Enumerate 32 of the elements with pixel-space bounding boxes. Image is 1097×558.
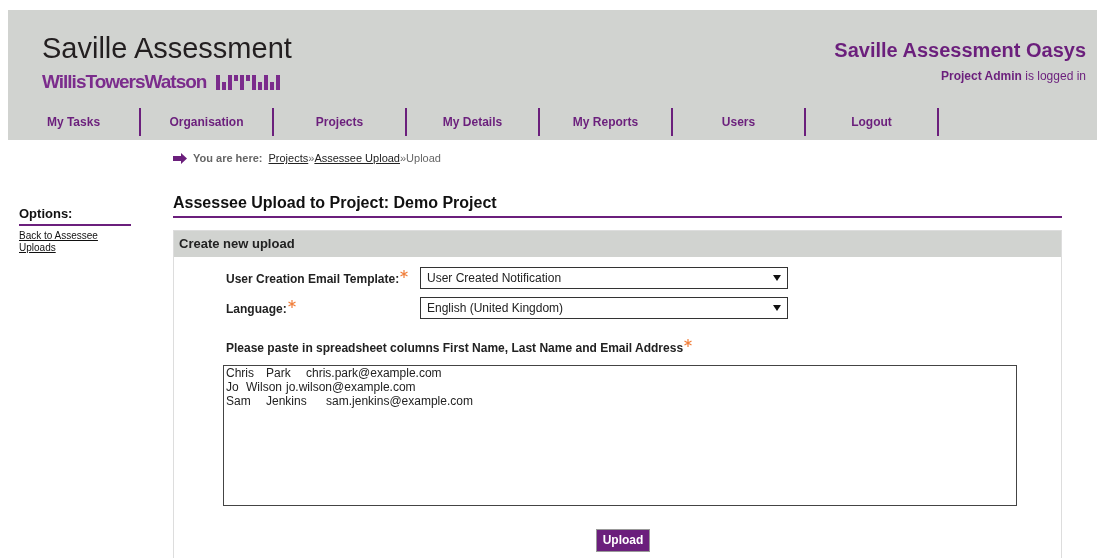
page-title: Assessee Upload to Project: Demo Project <box>173 190 1062 218</box>
panel-header: Create new upload <box>174 230 1061 257</box>
nav-tab[interactable]: Logout <box>806 108 939 136</box>
sub-brand-name: WillisTowersWatson <box>42 70 207 94</box>
breadcrumb-separator: » <box>308 151 315 166</box>
breadcrumb-current: Upload <box>406 151 441 166</box>
nav-tab[interactable]: Organisation <box>141 108 274 136</box>
paste-field[interactable]: Chris Park chris.park@example.com Jo Wilson jo.wilson@example.com Sam Jenkins sam.jenkins@example.com <box>223 364 1017 506</box>
login-status: Project Admin is logged in <box>941 68 1086 85</box>
options-heading: Options: <box>19 190 131 226</box>
bars-logo-icon <box>216 74 281 90</box>
breadcrumb-separator: » <box>400 151 407 166</box>
caret-down-icon <box>773 274 781 281</box>
breadcrumb-prefix: You are here: <box>193 151 263 166</box>
field-label: Language: <box>226 300 287 318</box>
field-label: User Creation Email Template: <box>226 270 400 288</box>
dropdown[interactable]: English (United Kingdom) <box>420 296 788 319</box>
breadcrumb-link[interactable]: Assessee Upload <box>314 150 400 167</box>
breadcrumb-link[interactable]: Projects <box>268 150 309 167</box>
brand-name: Saville Assessment <box>42 32 292 64</box>
product-title: Saville Assessment Oasys <box>834 38 1086 63</box>
arrow-right-icon <box>173 152 187 164</box>
upload-button[interactable]: Upload <box>595 528 651 552</box>
nav-tab[interactable]: My Details <box>407 108 540 136</box>
nav-tab[interactable]: Users <box>673 108 806 136</box>
nav-tab[interactable]: My Tasks <box>8 108 141 136</box>
nav-tab[interactable]: Projects <box>274 108 407 136</box>
nav-tab[interactable]: My Reports <box>540 108 673 136</box>
caret-down-icon <box>773 304 781 311</box>
dropdown[interactable]: User Created Notification <box>420 266 788 289</box>
paste-label: Please paste in spreadsheet columns First Name, Last Name and Email Address <box>226 339 684 357</box>
sidebar-link[interactable]: Back to Assessee Uploads <box>19 230 111 254</box>
